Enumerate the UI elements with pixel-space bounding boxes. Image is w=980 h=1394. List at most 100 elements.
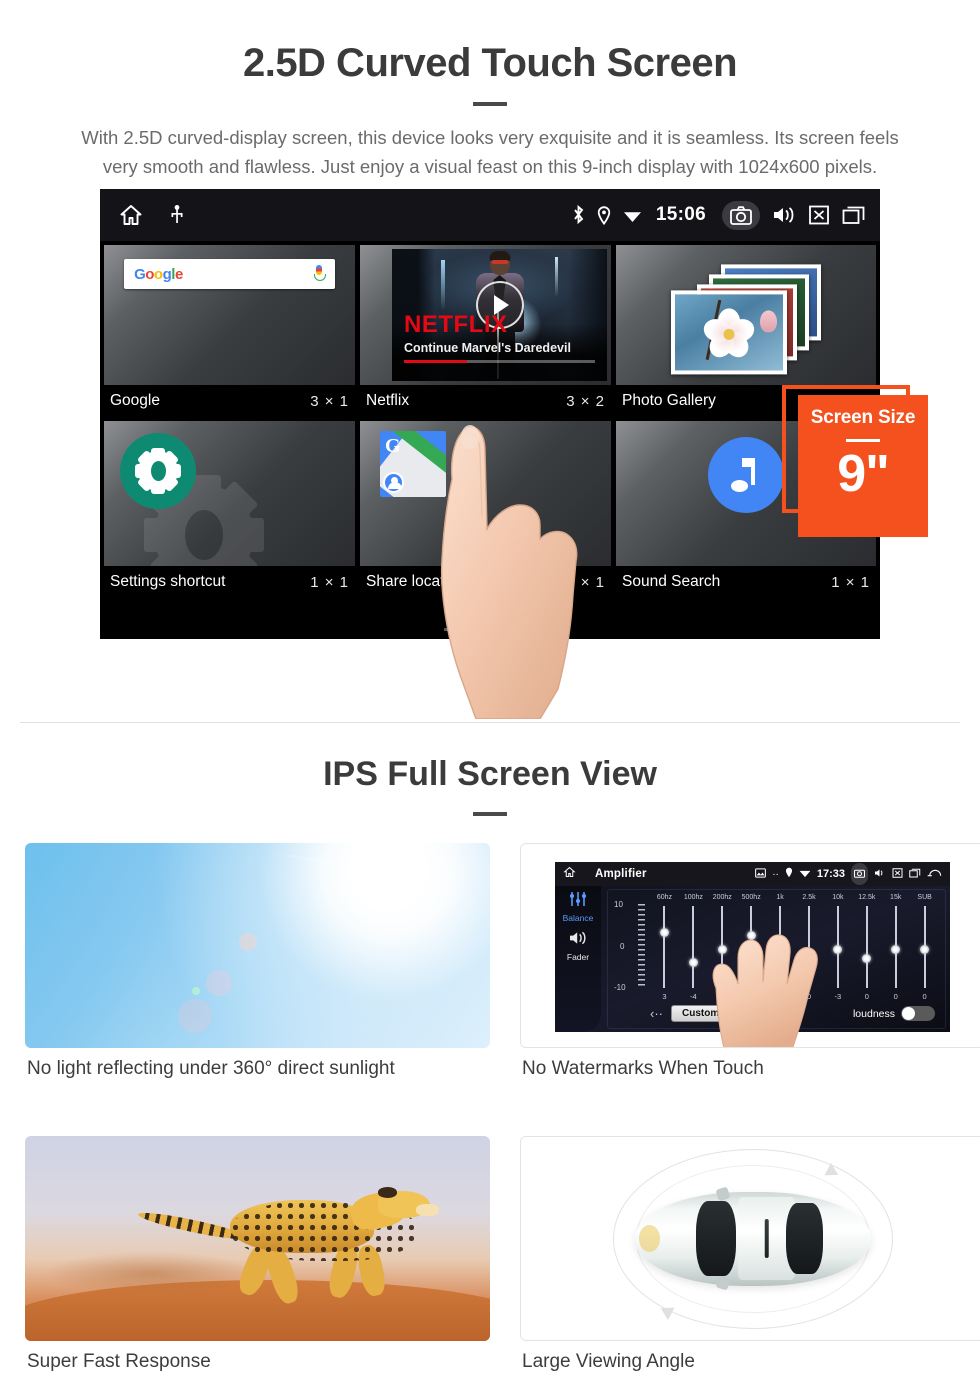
- badge-label: Screen Size: [810, 407, 916, 429]
- widget-label: Google: [110, 392, 160, 410]
- widget-row-2: Settings shortcut 1 × 1 G Share location…: [100, 421, 880, 600]
- close-box-icon[interactable]: [808, 205, 830, 225]
- car-top-view-diagram: [520, 1136, 980, 1341]
- widget-label: Netflix: [366, 392, 410, 410]
- widget-size: 3 × 1: [310, 392, 349, 410]
- eq-slider[interactable]: [910, 906, 939, 988]
- section2-title: IPS Full Screen View: [323, 755, 657, 793]
- netflix-subtitle: Continue Marvel's Daredevil: [404, 341, 571, 356]
- camera-icon[interactable]: [851, 863, 868, 885]
- page-dot[interactable]: [478, 628, 502, 632]
- widget-row-1: Google Google 3 × 1 NETFLIX Continue Mar…: [100, 245, 880, 419]
- section-divider: [20, 722, 960, 723]
- sidebar-item-fader[interactable]: Fader: [555, 952, 601, 962]
- back-arrow-icon[interactable]: [927, 865, 942, 883]
- feature-caption: Super Fast Response: [27, 1351, 211, 1372]
- section1-title: 2.5D Curved Touch Screen: [242, 41, 738, 85]
- close-box-icon[interactable]: [892, 865, 903, 883]
- sidebar-item-balance[interactable]: Balance: [555, 913, 601, 923]
- netflix-logo: NETFLIX: [404, 311, 508, 339]
- sliders-icon[interactable]: [555, 891, 601, 912]
- widget-google[interactable]: Google Google 3 × 1: [104, 245, 355, 419]
- amplifier-title: Amplifier: [595, 868, 647, 880]
- eq-value: 0: [922, 992, 927, 1001]
- feature-card-response: Super Fast Response: [25, 1136, 490, 1373]
- recent-apps-icon[interactable]: [909, 865, 921, 883]
- bluetooth-icon: [572, 205, 585, 225]
- feature-card-row-2: Super Fast Response Large Viewing Angle: [0, 1136, 980, 1373]
- eq-slider[interactable]: [650, 906, 679, 988]
- camera-icon[interactable]: [722, 200, 760, 230]
- wifi-icon: [623, 208, 642, 223]
- page-indicator[interactable]: [100, 628, 880, 632]
- page-dot-active[interactable]: [512, 628, 536, 632]
- home-icon[interactable]: [118, 203, 144, 227]
- settings-shortcut-widget[interactable]: [104, 421, 355, 567]
- volume-icon[interactable]: [874, 865, 886, 883]
- widget-label: Photo Gallery: [622, 392, 716, 410]
- loudness-label: loudness: [852, 1007, 895, 1020]
- amplifier-equalizer-screenshot: Amplifier ·· 17:33 Balance Fader 60hz 10…: [520, 843, 980, 1048]
- page-dot[interactable]: [444, 628, 468, 632]
- search-input[interactable]: Google: [124, 259, 335, 290]
- car-illustration: [634, 1186, 871, 1291]
- amplifier-time: 17:33: [816, 868, 845, 880]
- amplifier-sidebar: Balance Fader: [555, 886, 601, 1032]
- eq-slider[interactable]: [881, 906, 910, 988]
- more-dots-icon[interactable]: ··: [772, 869, 779, 880]
- scale-max: 10: [614, 900, 623, 909]
- volume-icon[interactable]: [772, 205, 796, 225]
- netflix-widget[interactable]: NETFLIX Continue Marvel's Daredevil: [360, 245, 611, 386]
- band-label: 60hz: [656, 894, 673, 901]
- widget-size: 1 × 1: [831, 573, 870, 591]
- usb-icon[interactable]: [170, 205, 184, 225]
- microphone-icon[interactable]: [313, 265, 326, 283]
- running-cheetah-photo: [25, 1136, 490, 1341]
- scale-mid: 0: [620, 942, 625, 951]
- progress-bar: [404, 360, 595, 364]
- feature-caption: No light reflecting under 360° direct su…: [27, 1058, 395, 1079]
- band-label: 2.5k: [802, 894, 816, 901]
- widget-size: 1 × 1: [310, 573, 349, 591]
- widget-share-location[interactable]: G Share location 1 × 1: [360, 421, 611, 600]
- recent-apps-icon[interactable]: [842, 205, 866, 225]
- equalizer-band-labels: 60hz 100hz 200hz 500hz 1k 2.5k 10k 12.5k…: [650, 894, 939, 901]
- gear-icon[interactable]: [120, 433, 196, 510]
- band-label: 15k: [890, 894, 902, 901]
- google-search-widget[interactable]: Google: [104, 245, 355, 386]
- scale-min: -10: [614, 983, 626, 992]
- status-time: 15:06: [655, 204, 706, 226]
- widget-label: Sound Search: [622, 573, 721, 591]
- title-underline: [473, 102, 507, 106]
- feature-card-viewing-angle: Large Viewing Angle: [520, 1136, 980, 1373]
- widget-label: Settings shortcut: [110, 573, 226, 591]
- eq-value: 3: [662, 992, 667, 1001]
- music-note-icon[interactable]: [708, 437, 784, 514]
- widget-settings-shortcut[interactable]: Settings shortcut 1 × 1: [104, 421, 355, 600]
- open-hand-illustration: [712, 934, 818, 1047]
- speaker-icon[interactable]: [555, 930, 601, 951]
- location-pin-icon: [597, 206, 611, 225]
- band-label: 100hz: [683, 894, 703, 901]
- eq-value: 0: [893, 992, 898, 1001]
- feature-caption: Large Viewing Angle: [522, 1351, 695, 1372]
- back-chevron-icon[interactable]: ‹··: [650, 1006, 663, 1021]
- google-maps-icon[interactable]: G: [380, 431, 446, 498]
- section1-description: With 2.5D curved-display screen, this de…: [81, 127, 899, 177]
- share-location-widget[interactable]: G: [360, 421, 611, 567]
- google-logo: Google: [134, 265, 183, 283]
- home-icon[interactable]: [563, 865, 576, 883]
- band-label: 10k: [832, 894, 844, 901]
- widget-size: 3 × 2: [566, 392, 605, 410]
- feature-card-watermarks: Amplifier ·· 17:33 Balance Fader 60hz 10…: [520, 843, 980, 1080]
- band-label: 12.5k: [858, 894, 876, 901]
- widget-netflix[interactable]: NETFLIX Continue Marvel's Daredevil Netf…: [360, 245, 611, 419]
- screen-size-badge: Screen Size 9": [798, 395, 928, 538]
- eq-slider[interactable]: [852, 906, 881, 988]
- gallery-icon[interactable]: [755, 865, 767, 883]
- photo-gallery-widget[interactable]: [616, 245, 876, 386]
- loudness-toggle[interactable]: [901, 1006, 935, 1021]
- android-screen-showcase: 15:06 Google Google 3 × 1 NETFLIX Contin…: [0, 189, 980, 720]
- widget-label: Share location: [366, 573, 466, 591]
- page-root: 2.5D Curved Touch Screen With 2.5D curve…: [0, 0, 980, 1394]
